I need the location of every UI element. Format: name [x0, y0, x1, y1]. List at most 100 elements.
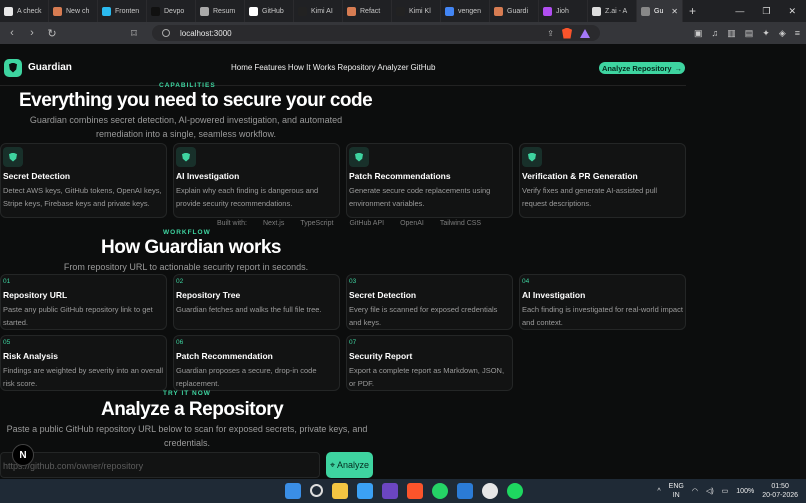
page-viewport: Guardian Home Features How It Works Repo…	[0, 44, 806, 479]
language-indicator[interactable]: ENG IN	[669, 482, 684, 500]
analyze-button[interactable]: ⌖ Analyze	[326, 452, 373, 478]
address-bar[interactable]: localhost:3000 ⇪	[152, 25, 600, 41]
brand-logo[interactable]: Guardian	[4, 58, 72, 77]
browser-tab[interactable]: New ch	[49, 0, 98, 22]
tab-label: Gu	[654, 7, 664, 15]
nextjs-dev-badge-icon[interactable]: N	[12, 444, 34, 466]
scan-icon: ⌖	[329, 459, 336, 470]
menu-icon[interactable]: ≡	[795, 28, 800, 39]
chatgpt-icon[interactable]	[482, 483, 498, 499]
leo-ai-icon[interactable]: ✦	[762, 28, 770, 39]
brave-browser-icon[interactable]	[407, 483, 423, 499]
shield-check-icon	[176, 147, 196, 167]
clock[interactable]: 01:50 20-07-2026	[762, 482, 798, 500]
browser-tab[interactable]: Devpo	[147, 0, 196, 22]
workflow-eyebrow: WORKFLOW	[163, 229, 211, 236]
workflow-step-4: 04 AI Investigation Each finding is inve…	[519, 274, 686, 330]
tab-label: Kimi AI	[311, 7, 333, 15]
tab-label: Jioh	[556, 7, 569, 15]
battery-icon[interactable]: ▭	[722, 487, 729, 495]
workflow-step-1: 01 Repository URL Paste any public GitHu…	[0, 274, 167, 330]
close-window-icon[interactable]: ✕	[788, 6, 796, 17]
browser-tab[interactable]: Z.ai - A	[588, 0, 637, 22]
nav-home[interactable]: Home	[231, 63, 252, 72]
wallet-card-icon[interactable]: ▤	[745, 28, 754, 39]
brave-rewards-icon[interactable]	[580, 28, 590, 38]
workflow-step-3: 03 Secret Detection Every file is scanne…	[346, 274, 513, 330]
bookmark-icon[interactable]: ⌑	[128, 27, 140, 40]
new-tab-button[interactable]: +	[689, 4, 696, 18]
app-icon[interactable]	[382, 483, 398, 499]
store-icon[interactable]	[357, 483, 373, 499]
start-icon[interactable]	[285, 483, 301, 499]
forward-icon[interactable]: ›	[26, 27, 38, 39]
music-icon[interactable]: ♫	[711, 28, 718, 39]
reload-icon[interactable]: ↻	[46, 27, 58, 40]
site-header: Guardian Home Features How It Works Repo…	[0, 50, 686, 86]
volume-icon[interactable]: ◁)	[706, 487, 714, 495]
tab-favicon-icon	[298, 6, 307, 16]
battery-percent: 100%	[736, 487, 755, 495]
main-nav: Home Features How It Works Repository An…	[231, 63, 435, 72]
browser-tab[interactable]: Gu ✕	[637, 0, 683, 22]
browser-tab[interactable]: GitHub	[245, 0, 294, 22]
share-icon[interactable]: ⇪	[547, 29, 554, 38]
site-info-icon[interactable]	[162, 29, 170, 37]
feature-card-verification: Verification & PR Generation Verify fixe…	[519, 143, 686, 218]
try-title: Analyze a Repository	[101, 399, 284, 420]
brave-shield-icon[interactable]	[562, 27, 572, 39]
tab-favicon-icon	[445, 6, 454, 16]
shield-check-icon	[349, 147, 369, 167]
page-scrollbar[interactable]	[800, 44, 806, 479]
browser-toolbar: ‹ › ↻ ⌑ localhost:3000 ⇪ ▣ ♫ ▥ ▤ ✦ ◈ ≡	[0, 22, 806, 44]
browser-tab-strip: A check New ch Fronten Devpo Resum GitHub Kimi…	[0, 0, 806, 22]
tab-label: New ch	[66, 7, 90, 15]
tab-favicon-icon	[494, 6, 503, 16]
tab-label: Fronten	[115, 7, 140, 15]
tab-label: Guardi	[507, 7, 529, 15]
search-icon[interactable]	[310, 484, 323, 497]
browser-tab[interactable]: Guardi	[490, 0, 539, 22]
minimize-icon[interactable]: —	[735, 6, 744, 17]
tab-favicon-icon	[543, 6, 552, 16]
vpn-icon[interactable]: ◈	[779, 28, 786, 39]
tab-favicon-icon	[53, 6, 62, 16]
built-with-row: Built with: Next.js TypeScript GitHub AP…	[217, 220, 482, 227]
chevron-up-icon[interactable]: ^	[657, 488, 660, 495]
wifi-icon[interactable]: ◠	[692, 487, 698, 495]
browser-tab[interactable]: Resum	[196, 0, 245, 22]
window-controls: — ❐ ✕	[735, 6, 806, 17]
whatsapp-icon[interactable]	[432, 483, 448, 499]
file-explorer-icon[interactable]	[332, 483, 348, 499]
spotify-icon[interactable]	[507, 483, 523, 499]
sidebar-icon[interactable]: ▥	[727, 28, 736, 39]
tab-label: Devpo	[164, 7, 185, 15]
browser-tab[interactable]: Refact	[343, 0, 392, 22]
back-icon[interactable]: ‹	[6, 27, 18, 39]
tab-favicon-icon	[347, 6, 356, 16]
browser-tab[interactable]: Jioh	[539, 0, 588, 22]
browser-tab[interactable]: Kimi AI	[294, 0, 343, 22]
close-tab-icon[interactable]: ✕	[671, 7, 678, 16]
feature-card-patch-recommendations: Patch Recommendations Generate secure co…	[346, 143, 513, 218]
nav-github[interactable]: GitHub	[411, 63, 436, 72]
system-tray: ^ ENG IN ◠ ◁) ▭ 100% 01:50 20-07-2026	[657, 482, 798, 500]
nav-how-it-works[interactable]: How It Works	[288, 63, 335, 72]
analyze-repository-button[interactable]: Analyze Repository →	[599, 62, 685, 74]
repository-url-input[interactable]: https://github.com/owner/repository	[0, 452, 320, 478]
arrow-right-icon: →	[674, 63, 683, 73]
maximize-icon[interactable]: ❐	[762, 6, 770, 17]
browser-tab[interactable]: vengen	[441, 0, 490, 22]
tab-label: A check	[17, 7, 42, 15]
wallet-icon[interactable]: ▣	[694, 28, 703, 39]
tab-favicon-icon	[641, 6, 650, 16]
browser-tab[interactable]: Fronten	[98, 0, 147, 22]
nav-repository-analyzer[interactable]: Repository Analyzer	[337, 63, 408, 72]
tab-favicon-icon	[151, 6, 160, 16]
capabilities-title: Everything you need to secure your code	[19, 90, 373, 111]
tab-label: Z.ai - A	[605, 7, 628, 15]
browser-tab[interactable]: Kimi Kl	[392, 0, 441, 22]
nav-features[interactable]: Features	[254, 63, 286, 72]
vscode-icon[interactable]	[457, 483, 473, 499]
browser-tab[interactable]: A check	[0, 0, 49, 22]
